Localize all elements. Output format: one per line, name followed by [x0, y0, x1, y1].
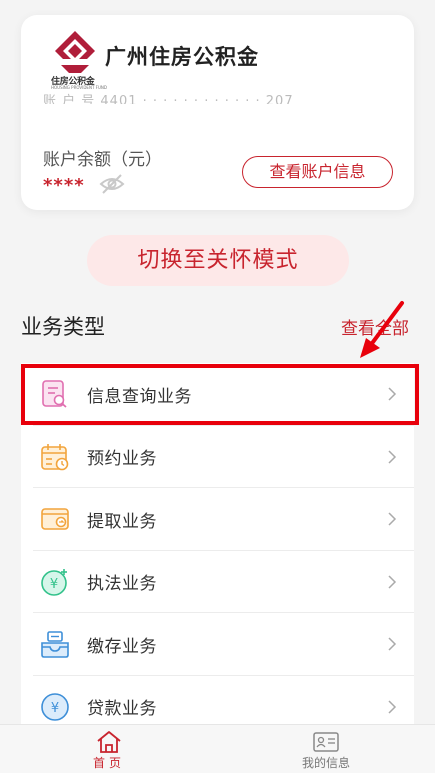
annotation-arrow-icon — [360, 301, 404, 358]
account-card: 住房公积金 HOUSING PROVIDENT FUND 广州住房公积金 账 户… — [21, 15, 414, 210]
inbox-tray-icon — [41, 631, 69, 659]
account-number-text: 账 户 号 4401 · · · · · · · · · · · · 20700 — [43, 94, 293, 104]
section-title: 业务类型 — [21, 315, 105, 339]
logo-caption-english: HOUSING PROVIDENT FUND — [51, 85, 107, 90]
view-account-info-button[interactable]: 查看账户信息 — [242, 156, 393, 188]
nav-home[interactable]: 首页 — [59, 725, 159, 773]
housing-fund-logo: 住房公积金 HOUSING PROVIDENT FUND — [51, 29, 107, 90]
id-card-icon — [313, 732, 339, 752]
service-item-withdrawal[interactable]: 提取业务 — [21, 488, 414, 551]
brand-name: 广州住房公积金 — [105, 45, 259, 69]
chevron-right-icon — [388, 512, 397, 526]
eye-hidden-icon[interactable] — [99, 173, 125, 195]
calendar-clock-icon — [41, 443, 69, 471]
service-label: 缴存业务 — [87, 636, 157, 657]
service-item-deposit[interactable]: 缴存业务 — [21, 613, 414, 676]
nav-my-info[interactable]: 我的信息 — [276, 725, 376, 773]
chevron-right-icon — [388, 387, 397, 401]
yen-circle-icon: ¥ — [41, 692, 69, 721]
document-search-icon — [42, 380, 67, 408]
svg-text:¥: ¥ — [50, 577, 58, 592]
wallet-icon — [41, 508, 69, 531]
service-label: 贷款业务 — [87, 699, 157, 720]
balance-masked-value: **** — [43, 175, 85, 196]
bottom-nav: 首页 我的信息 — [0, 724, 435, 773]
service-item-enforcement[interactable]: ¥ 执法业务 — [21, 550, 414, 613]
service-item-info-query[interactable]: 信息查询业务 — [21, 363, 414, 426]
balance-label: 账户余额（元） — [43, 150, 162, 170]
care-mode-button[interactable]: 切换至关怀模式 — [87, 235, 349, 286]
chevron-right-icon — [388, 637, 397, 651]
chevron-right-icon — [388, 700, 397, 714]
chevron-right-icon — [388, 450, 397, 464]
account-number: 账 户 号 4401 · · · · · · · · · · · · 20700 — [43, 93, 293, 104]
nav-home-label: 首页 — [92, 756, 125, 770]
nav-my-info-label: 我的信息 — [301, 756, 350, 770]
service-label: 信息查询业务 — [87, 386, 192, 407]
service-label: 执法业务 — [87, 574, 157, 595]
yen-coin-icon: ¥ — [41, 568, 67, 596]
chevron-right-icon — [388, 575, 397, 589]
service-label: 提取业务 — [87, 511, 157, 532]
home-icon — [97, 731, 121, 753]
service-item-appointment[interactable]: 预约业务 — [21, 425, 414, 488]
diamond-logo-icon — [55, 31, 95, 73]
svg-text:¥: ¥ — [51, 701, 59, 716]
service-label: 预约业务 — [87, 449, 157, 470]
service-list: 信息查询业务 预约业务 提取业务 ¥ 执法业务 缴存业务 ¥ 贷款业务 — [21, 363, 414, 738]
